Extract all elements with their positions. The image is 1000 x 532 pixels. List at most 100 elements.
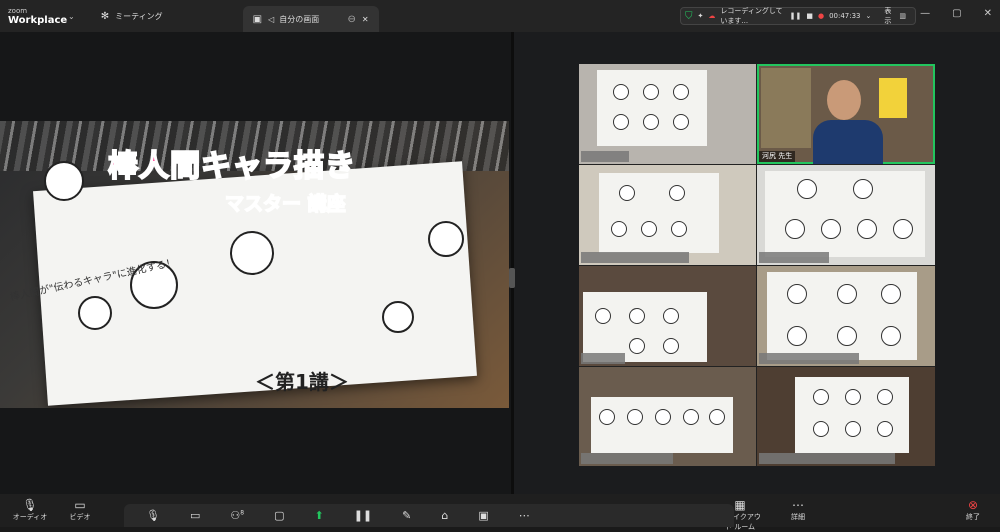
audio-button[interactable]: 🎙︎ オーディオ (8, 498, 52, 522)
sparkle-icon: ✦ (697, 12, 704, 20)
end-button[interactable]: ⊗ 終了 (958, 498, 988, 522)
drawn-face (627, 409, 643, 425)
drawn-face (853, 179, 873, 199)
drawn-face (629, 308, 645, 324)
view-icon[interactable]: ▥ (899, 12, 906, 20)
chat-icon[interactable]: ▢ (274, 509, 284, 522)
more-icon[interactable]: ⊖ (348, 14, 356, 25)
pause-icon[interactable]: ❚❚ (790, 12, 802, 20)
drawing-sheet (765, 171, 925, 257)
drawn-face (877, 421, 893, 437)
whiteboard-icon[interactable]: ▣ (478, 509, 488, 522)
tab-meeting[interactable]: ✻ ミーティング (91, 0, 173, 32)
video-tile[interactable] (579, 367, 756, 466)
drawn-face (655, 409, 671, 425)
more-icon[interactable]: ⋯ (519, 509, 530, 522)
participant-name-redacted (759, 453, 895, 464)
drawn-face (643, 114, 659, 130)
drawn-face (787, 326, 807, 346)
paw-icon: ✻ (100, 10, 110, 22)
close-icon[interactable]: ✕ (362, 15, 369, 24)
video-tile[interactable] (757, 367, 935, 466)
recording-icon: ☁ (708, 12, 716, 20)
drawn-face (881, 326, 901, 346)
video-tile[interactable] (579, 64, 756, 164)
character-head (78, 296, 112, 330)
shield-icon: ⛉ (685, 10, 693, 22)
drawn-face (837, 284, 857, 304)
microphone-icon[interactable]: 🎙︎ (146, 509, 160, 522)
divider-handle[interactable] (509, 268, 515, 288)
maximize-icon[interactable]: ▢ (952, 8, 961, 19)
participant-name: 河尻 先生 (759, 151, 796, 162)
drawing-sheet (597, 70, 707, 146)
details-button[interactable]: ⋯ 詳細 (776, 498, 820, 522)
drawn-face (845, 421, 861, 437)
shared-slide: 棒人間キャラ描き マスター 講座 棒人間が"伝わるキャラ"に進化する！ ＜第1講… (0, 121, 509, 408)
drawn-face (611, 221, 627, 237)
drawn-face (671, 221, 687, 237)
share-screen-icon[interactable]: ⬆ (314, 509, 323, 522)
participant-name-redacted (581, 252, 689, 263)
drawn-face (663, 338, 679, 354)
annotate-icon[interactable]: ✎ (402, 509, 411, 522)
participant-name-redacted (581, 151, 629, 162)
split-divider[interactable] (511, 32, 514, 494)
mute-icon: ◁ (268, 14, 275, 24)
video-button[interactable]: ▭ ビデオ (58, 498, 102, 522)
drawn-face (893, 219, 913, 239)
speaker-shirt (813, 120, 883, 164)
drawn-face (797, 179, 817, 199)
drawing-sheet (591, 397, 733, 453)
drawn-face (787, 284, 807, 304)
character-head (382, 301, 414, 333)
video-tile-active-speaker[interactable]: 河尻 先生 (757, 64, 935, 164)
drawn-face (857, 219, 877, 239)
drawn-face (619, 185, 635, 201)
end-icon: ⊗ (967, 498, 979, 512)
slide-subtitle: マスター 講座 (224, 192, 346, 216)
drawing-sheet (599, 173, 719, 253)
video-tile[interactable] (757, 266, 935, 366)
hammock-image (761, 68, 811, 148)
drawing-sheet (583, 292, 707, 362)
view-button[interactable]: 表示 (884, 6, 894, 26)
record-dot-icon: ● (817, 12, 825, 20)
gallery-view: 河尻 先生 (579, 64, 935, 466)
drawn-face (845, 389, 861, 405)
camera-icon[interactable]: ▭ (190, 509, 200, 522)
character-head (428, 221, 464, 257)
video-tile[interactable] (579, 165, 756, 265)
remote-control-icon[interactable]: ⌂ (441, 509, 448, 522)
drawn-face (629, 338, 645, 354)
slide-lecture-number: ＜第1講＞ (255, 370, 349, 394)
participants-icon[interactable]: ⚇8 (230, 509, 244, 522)
drawn-face (813, 389, 829, 405)
microphone-icon: 🎙︎ (22, 498, 38, 512)
pause-share-icon[interactable]: ❚❚ (354, 509, 372, 522)
drawn-face (881, 284, 901, 304)
minimize-icon[interactable]: — (920, 8, 930, 19)
drawn-face (877, 389, 893, 405)
close-window-icon[interactable]: ✕ (984, 8, 992, 19)
chevron-down-icon[interactable]: ⌄ (68, 12, 75, 21)
drawn-face (785, 219, 805, 239)
participant-name-redacted (581, 353, 625, 364)
drawn-face (613, 114, 629, 130)
chevron-down-icon[interactable]: ⌄ (866, 12, 872, 20)
window-controls: — ▢ ✕ (920, 8, 992, 19)
drawn-face (709, 409, 725, 425)
zoom-logo: zoom Workplace (8, 7, 68, 26)
stop-icon[interactable]: ■ (806, 12, 813, 20)
drawn-face (641, 221, 657, 237)
drawn-face (837, 326, 857, 346)
drawn-face (595, 308, 611, 324)
book-image (879, 78, 907, 118)
video-tile[interactable] (757, 165, 935, 265)
recording-status[interactable]: ⛉ ✦ ☁ レコーディングしています... ❚❚ ■ ● 00:47:33 ⌄ … (680, 7, 916, 25)
tab-my-screen[interactable]: ▣ ◁ 自分の画面 ⊖ ✕ (242, 6, 379, 32)
participant-name-redacted (759, 252, 829, 263)
camera-icon: ▭ (74, 498, 86, 512)
slide-title: 棒人間キャラ描き (107, 148, 356, 185)
video-tile[interactable] (579, 266, 756, 366)
